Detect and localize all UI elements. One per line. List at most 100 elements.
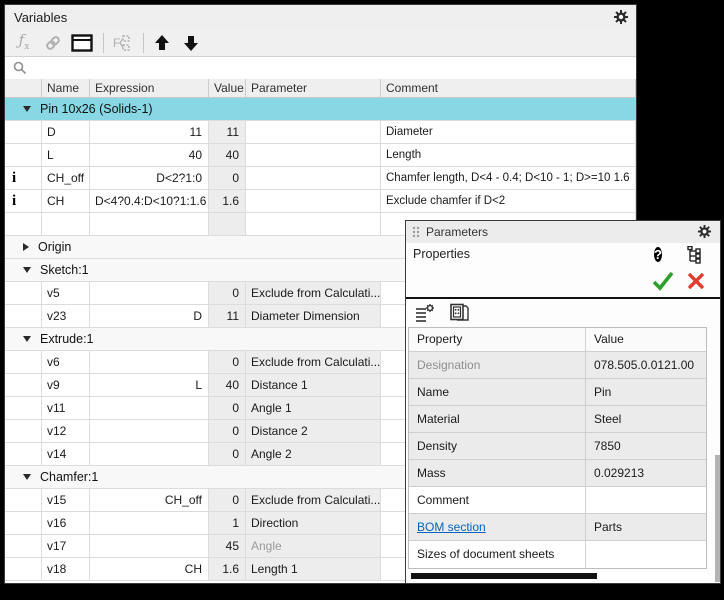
variable-expression-cell[interactable] bbox=[90, 213, 209, 235]
property-value-cell[interactable]: Pin bbox=[586, 379, 706, 405]
property-row[interactable]: Comment bbox=[409, 487, 706, 514]
confirm-icon[interactable] bbox=[652, 271, 672, 291]
drag-grip-icon[interactable] bbox=[411, 225, 421, 239]
variable-expression-cell[interactable]: 40 bbox=[90, 144, 209, 166]
column-header-parameter[interactable]: Parameter bbox=[246, 79, 381, 97]
variable-parameter-cell[interactable]: Exclude from Calculati... bbox=[246, 351, 381, 373]
variable-expression-cell[interactable]: L bbox=[90, 374, 209, 396]
property-value-cell[interactable] bbox=[586, 487, 706, 513]
variable-parameter-cell[interactable] bbox=[246, 190, 381, 212]
variable-expression-cell[interactable]: CH bbox=[90, 558, 209, 580]
property-value-cell[interactable]: Steel bbox=[586, 406, 706, 432]
variable-expression-cell[interactable]: D bbox=[90, 305, 209, 327]
column-header-name[interactable]: Name bbox=[42, 79, 90, 97]
variable-name-cell[interactable]: v18 bbox=[42, 558, 90, 580]
variable-parameter-cell[interactable]: Length 1 bbox=[246, 558, 381, 580]
property-value-cell[interactable]: 7850 bbox=[586, 433, 706, 459]
horizontal-scrollbar-thumb[interactable] bbox=[411, 573, 597, 579]
variable-parameter-cell[interactable]: Angle bbox=[246, 535, 381, 557]
variable-expression-cell[interactable] bbox=[90, 282, 209, 304]
variable-parameter-cell[interactable] bbox=[246, 121, 381, 143]
variable-row[interactable]: L4040Length bbox=[5, 144, 636, 167]
gear-icon[interactable] bbox=[613, 9, 629, 25]
variable-row[interactable]: iCHD<4?0.4:D<10?1:1.61.6Exclude chamfer … bbox=[5, 190, 636, 213]
variable-expression-cell[interactable] bbox=[90, 535, 209, 557]
property-row[interactable]: MaterialSteel bbox=[409, 406, 706, 433]
variable-comment-cell[interactable]: Exclude chamfer if D<2 bbox=[381, 190, 636, 212]
parameters-titlebar[interactable]: Parameters bbox=[406, 221, 720, 244]
variable-group-row[interactable]: Pin 10x26 (Solids-1) bbox=[5, 98, 636, 121]
bom-section-link[interactable]: BOM section bbox=[417, 520, 486, 534]
collapse-triangle-icon[interactable] bbox=[23, 106, 31, 112]
variable-comment-cell[interactable]: Length bbox=[381, 144, 636, 166]
variable-parameter-cell[interactable] bbox=[246, 167, 381, 189]
variable-expression-cell[interactable] bbox=[90, 351, 209, 373]
column-header-comment[interactable]: Comment bbox=[381, 79, 636, 97]
variable-comment-cell[interactable]: Chamfer length, D<4 - 0.4; D<10 - 1; D>=… bbox=[381, 167, 636, 189]
collapse-triangle-icon[interactable] bbox=[23, 474, 31, 480]
collapse-triangle-icon[interactable] bbox=[23, 336, 31, 342]
value-column-header[interactable]: Value bbox=[586, 328, 706, 351]
document-options-icon[interactable] bbox=[446, 301, 472, 325]
variable-name-cell[interactable]: CH_off bbox=[42, 167, 90, 189]
variable-name-cell[interactable]: D bbox=[42, 121, 90, 143]
variable-name-cell[interactable]: v14 bbox=[42, 443, 90, 465]
derive-icon[interactable]: F bbox=[109, 31, 135, 55]
variable-parameter-cell[interactable] bbox=[246, 144, 381, 166]
search-input[interactable] bbox=[32, 58, 636, 78]
variable-parameter-cell[interactable]: Distance 1 bbox=[246, 374, 381, 396]
column-header-expression[interactable]: Expression bbox=[90, 79, 209, 97]
variable-expression-cell[interactable]: D<4?0.4:D<10?1:1.6 bbox=[90, 190, 209, 212]
variable-row[interactable]: iCH_offD<2?1:00Chamfer length, D<4 - 0.4… bbox=[5, 167, 636, 190]
column-header-value[interactable]: Value bbox=[209, 79, 246, 97]
variable-name-cell[interactable]: v5 bbox=[42, 282, 90, 304]
list-settings-icon[interactable] bbox=[412, 301, 438, 325]
variable-row[interactable]: D1111Diameter bbox=[5, 121, 636, 144]
variable-name-cell[interactable]: v23 bbox=[42, 305, 90, 327]
variable-expression-cell[interactable]: D<2?1:0 bbox=[90, 167, 209, 189]
structure-icon[interactable] bbox=[686, 246, 706, 266]
move-down-icon[interactable] bbox=[178, 31, 204, 55]
variable-expression-cell[interactable]: CH_off bbox=[90, 489, 209, 511]
move-up-icon[interactable] bbox=[149, 31, 175, 55]
fx-icon[interactable]: ƒx bbox=[11, 31, 37, 55]
variable-name-cell[interactable]: L bbox=[42, 144, 90, 166]
property-row[interactable]: BOM sectionParts bbox=[409, 514, 706, 541]
variable-name-cell[interactable]: v15 bbox=[42, 489, 90, 511]
variable-name-cell[interactable]: v17 bbox=[42, 535, 90, 557]
variable-parameter-cell[interactable] bbox=[246, 213, 381, 235]
variable-parameter-cell[interactable]: Angle 1 bbox=[246, 397, 381, 419]
edit-window-icon[interactable] bbox=[69, 31, 95, 55]
variable-name-cell[interactable]: v16 bbox=[42, 512, 90, 534]
property-value-cell[interactable]: 078.505.0.0121.00 bbox=[586, 352, 706, 378]
property-value-cell[interactable] bbox=[586, 541, 706, 568]
variable-name-cell[interactable]: v9 bbox=[42, 374, 90, 396]
variable-name-cell[interactable]: v6 bbox=[42, 351, 90, 373]
property-row[interactable]: Designation078.505.0.0121.00 bbox=[409, 352, 706, 379]
variable-name-cell[interactable] bbox=[42, 213, 90, 235]
collapse-triangle-icon[interactable] bbox=[23, 267, 31, 273]
cancel-icon[interactable] bbox=[686, 271, 706, 291]
property-row[interactable]: Mass0.029213 bbox=[409, 460, 706, 487]
variable-parameter-cell[interactable]: Exclude from Calculati... bbox=[246, 489, 381, 511]
property-row[interactable]: Density7850 bbox=[409, 433, 706, 460]
property-row[interactable]: Sizes of document sheets bbox=[409, 541, 706, 568]
variable-expression-cell[interactable] bbox=[90, 512, 209, 534]
variable-name-cell[interactable]: v12 bbox=[42, 420, 90, 442]
variable-comment-cell[interactable]: Diameter bbox=[381, 121, 636, 143]
variable-name-cell[interactable]: v11 bbox=[42, 397, 90, 419]
link-icon[interactable] bbox=[40, 31, 66, 55]
variable-name-cell[interactable]: CH bbox=[42, 190, 90, 212]
variable-parameter-cell[interactable]: Angle 2 bbox=[246, 443, 381, 465]
column-header-icon[interactable] bbox=[5, 79, 42, 97]
property-value-cell[interactable]: 0.029213 bbox=[586, 460, 706, 486]
vertical-scrollbar[interactable] bbox=[715, 455, 720, 582]
variable-parameter-cell[interactable]: Diameter Dimension bbox=[246, 305, 381, 327]
property-column-header[interactable]: Property bbox=[409, 328, 586, 351]
variable-expression-cell[interactable] bbox=[90, 420, 209, 442]
variable-parameter-cell[interactable]: Direction bbox=[246, 512, 381, 534]
variable-expression-cell[interactable] bbox=[90, 397, 209, 419]
help-icon[interactable]: ? bbox=[654, 246, 674, 266]
variable-expression-cell[interactable]: 11 bbox=[90, 121, 209, 143]
horizontal-scrollbar[interactable] bbox=[408, 572, 707, 580]
